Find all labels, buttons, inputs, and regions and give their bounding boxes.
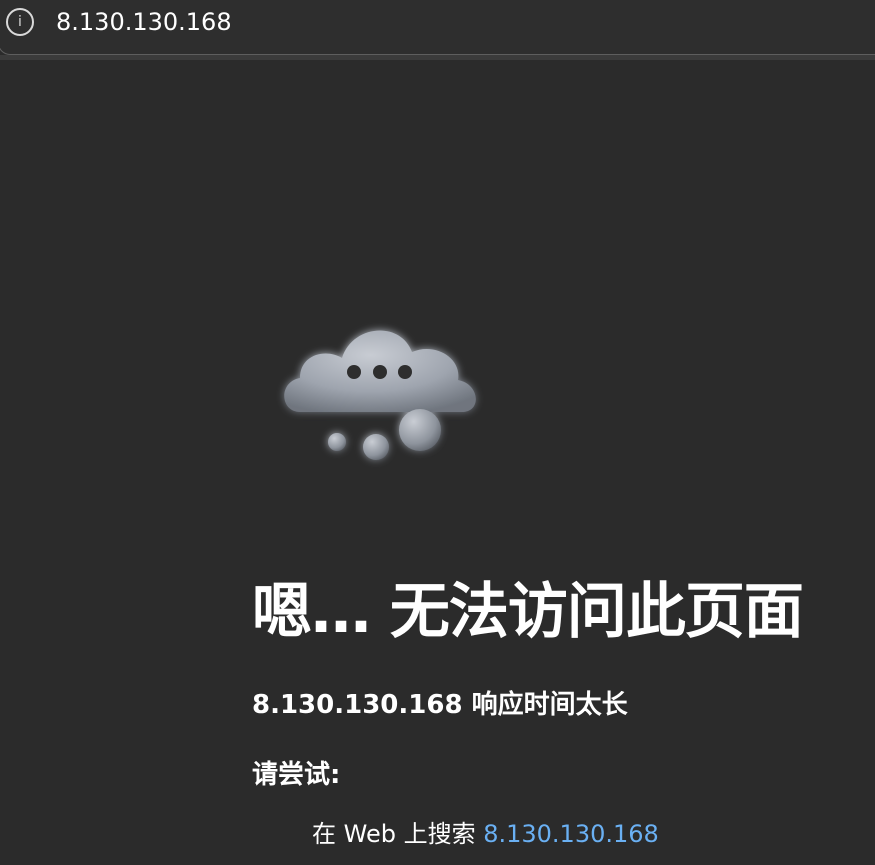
error-content: 嗯… 无法访问此页面 8.130.130.168 响应时间太长 请尝试: 在 W… [252,560,867,865]
suggestion-list: 在 Web 上搜索 8.130.130.168 [252,803,867,865]
thinking-cloud-icon [270,300,500,470]
address-bar[interactable]: i 8.130.130.168 [0,0,875,55]
page-title: 嗯… 无法访问此页面 [252,577,804,647]
try-label: 请尝试: [252,760,341,790]
url-text[interactable]: 8.130.130.168 [56,6,232,38]
info-icon[interactable]: i [6,8,34,36]
list-item: 在 Web 上搜索 8.130.130.168 [312,803,867,865]
error-message: 8.130.130.168 响应时间太长 [252,690,628,720]
search-link[interactable]: 8.130.130.168 [483,820,659,848]
toolbar-divider [0,55,875,60]
suggestion-prefix: 在 Web 上搜索 [312,820,484,848]
